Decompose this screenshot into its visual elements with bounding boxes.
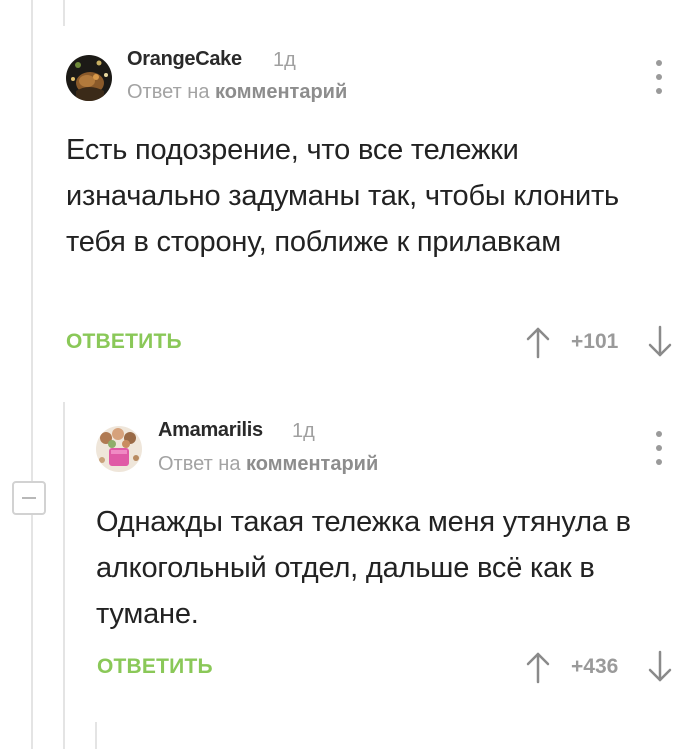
reply-button[interactable]: ОТВЕТИТЬ: [66, 330, 182, 354]
downvote-icon[interactable]: [647, 325, 673, 359]
comment-author[interactable]: OrangeCake: [127, 48, 242, 71]
avatar[interactable]: [66, 55, 112, 101]
reply-button[interactable]: ОТВЕТИТЬ: [97, 655, 213, 679]
avatar[interactable]: [96, 426, 142, 472]
reply-to-meta: Ответ на комментарий: [127, 81, 347, 104]
comment-text: Есть подозрение, что все тележки изначал…: [66, 134, 619, 258]
reply-to-meta: Ответ на комментарий: [158, 453, 378, 476]
upvote-icon[interactable]: [525, 650, 551, 684]
rating-value: +436: [571, 655, 619, 678]
more-options-icon[interactable]: [654, 431, 664, 465]
upvote-icon[interactable]: [525, 325, 551, 359]
reply-to-prefix: Ответ на: [127, 81, 210, 103]
comment-time: 1д: [292, 420, 315, 442]
comment-orangecake: OrangeCake 1д Ответ на комментарий Есть …: [0, 0, 700, 400]
comment-text: Однажды такая тележка меня утянула в алк…: [96, 506, 631, 630]
comment-time: 1д: [273, 49, 296, 71]
comment-amamarilis: Amamarilis 1д Ответ на комментарий Однаж…: [0, 400, 700, 749]
reply-to-prefix: Ответ на: [158, 453, 241, 475]
rating-value: +101: [571, 330, 619, 353]
reply-to-link[interactable]: комментарий: [215, 81, 347, 103]
downvote-icon[interactable]: [647, 650, 673, 684]
more-options-icon[interactable]: [654, 60, 664, 94]
reply-to-link[interactable]: комментарий: [246, 453, 378, 475]
comment-author[interactable]: Amamarilis: [158, 419, 263, 442]
